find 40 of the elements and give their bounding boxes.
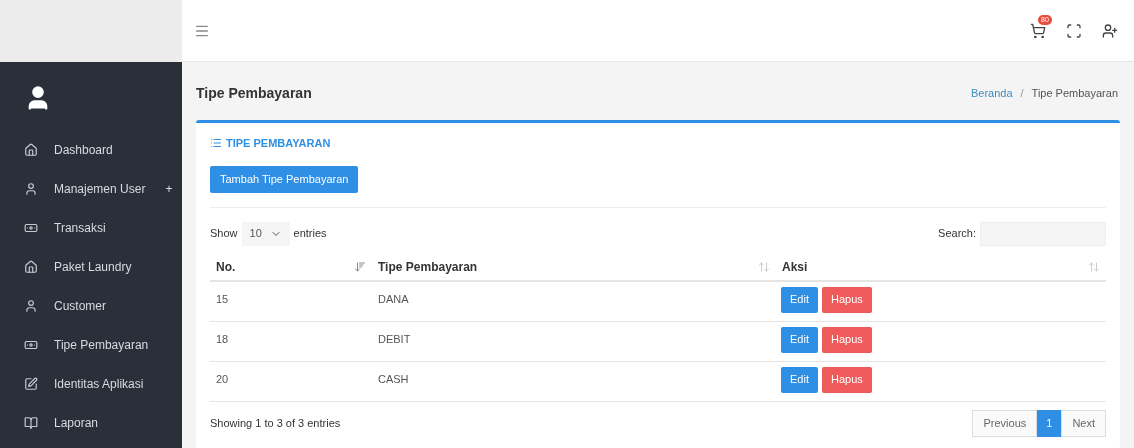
user-icon xyxy=(24,181,38,196)
user-add-icon[interactable] xyxy=(1102,22,1118,39)
show-label: Show xyxy=(210,226,238,242)
sidebar-item[interactable]: Manajemen User xyxy=(54,179,146,198)
sidebar-item[interactable]: Dashboard xyxy=(54,140,113,159)
card-title: TIPE PEMBAYARAN xyxy=(210,135,1106,152)
table-info: Showing 1 to 3 of 3 entries xyxy=(210,415,341,431)
column-header[interactable]: Aksi xyxy=(782,257,808,276)
page-title: Tipe Pembayaran xyxy=(196,83,312,103)
column-header[interactable]: No. xyxy=(216,257,236,276)
cart-icon[interactable] xyxy=(1030,22,1046,39)
sidebar-item[interactable]: Transaksi xyxy=(54,218,106,237)
edit-icon xyxy=(24,376,38,391)
list-icon xyxy=(210,137,222,150)
sidebar-item[interactable]: Customer xyxy=(54,296,106,315)
table-cell: 18 xyxy=(216,332,229,345)
search-label: Search: xyxy=(938,226,976,242)
breadcrumb-separator: / xyxy=(1020,85,1024,101)
table-cell: CASH xyxy=(378,372,409,385)
sort-ascending-icon[interactable] xyxy=(354,260,366,273)
table-cell: 15 xyxy=(216,292,229,305)
breadcrumb-current: Tipe Pembayaran xyxy=(1031,85,1118,101)
entries-label: entries xyxy=(293,226,327,242)
sidebar-item[interactable]: Identitas Aplikasi xyxy=(54,374,144,393)
table-cell: DANA xyxy=(378,292,409,305)
next-button[interactable]: Next xyxy=(1061,409,1106,437)
user-icon xyxy=(24,298,38,313)
sidebar-item[interactable]: Tipe Pembayaran xyxy=(54,335,149,354)
home-icon xyxy=(24,259,38,274)
sidebar-item[interactable]: Laporan xyxy=(54,413,99,432)
home-icon xyxy=(24,142,38,157)
sidebar-item[interactable]: Paket Laundry xyxy=(54,257,132,276)
entries-select[interactable]: 10 xyxy=(241,221,290,246)
table-cell: 20 xyxy=(216,372,229,385)
expand-symbol[interactable]: + xyxy=(165,179,173,198)
previous-button[interactable]: Previous xyxy=(972,409,1038,437)
fullscreen-icon[interactable] xyxy=(1066,22,1082,39)
column-header[interactable]: Tipe Pembayaran xyxy=(378,257,478,276)
book-icon xyxy=(24,415,38,430)
table-cell: DEBIT xyxy=(378,332,411,345)
